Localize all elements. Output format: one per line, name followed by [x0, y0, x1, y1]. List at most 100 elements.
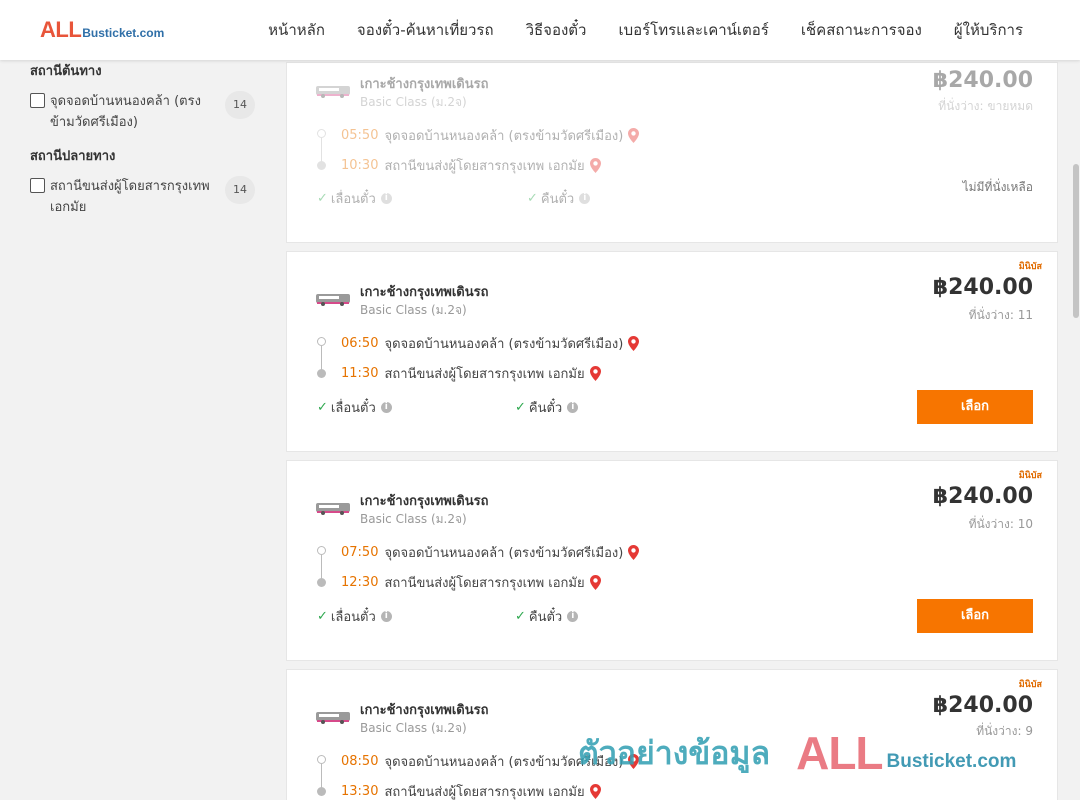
departure-time: 07:50 — [341, 545, 379, 560]
map-pin-icon[interactable] — [589, 366, 601, 381]
select-trip-button[interactable]: เลือก — [917, 599, 1033, 633]
arrival-time: 12:30 — [341, 575, 379, 590]
arrival-stop-name: สถานีขนส่งผู้โดยสารกรุงเทพ เอกมัย — [384, 785, 585, 800]
arrival-time: 10:30 — [341, 158, 379, 173]
map-pin-icon[interactable] — [589, 575, 601, 590]
info-icon[interactable]: i — [567, 402, 579, 413]
check-icon: ✓ — [515, 400, 526, 415]
feature-refund-ticket: ✓ คืนตั๋ว i — [527, 188, 591, 209]
seats-available: ที่นั่งว่าง: 10 — [968, 517, 1033, 531]
arrival-stop: 12:30 สถานีขนส่งผู้โดยสารกรุงเทพ เอกมัย — [341, 572, 601, 593]
bus-operator-logo-icon — [316, 294, 350, 306]
company-name: เกาะช้างกรุงเทพเดินรถ — [360, 703, 489, 718]
route-timeline — [317, 129, 327, 170]
watermark-logo-all: ALL — [796, 727, 883, 779]
destination-checkbox[interactable] — [30, 178, 45, 193]
sample-data-watermark: ตัวอย่างข้อมูล ALL Busticket.com — [578, 726, 1016, 776]
minibus-badge: มินิบัส — [1018, 471, 1042, 481]
ticket-price: ฿240.00 — [932, 484, 1033, 509]
logo-all-text: ALL — [40, 17, 82, 42]
departure-time: 05:50 — [341, 128, 379, 143]
company-name: เกาะช้างกรุงเทพเดินรถ — [360, 77, 489, 92]
check-icon: ✓ — [515, 609, 526, 624]
map-pin-icon[interactable] — [628, 336, 640, 351]
watermark-logo-domain: Busticket.com — [886, 751, 1017, 772]
site-logo[interactable]: ALL Busticket.com — [40, 18, 164, 42]
arrival-stop-name: สถานีขนส่งผู้โดยสารกรุงเทพ เอกมัย — [384, 576, 585, 591]
map-pin-icon[interactable] — [628, 545, 640, 560]
nav-how-to-book[interactable]: วิธีจองตั๋ว — [510, 0, 603, 60]
map-pin-icon[interactable] — [589, 158, 601, 173]
trip-card: มินิบัส เกาะช้างกรุงเทพเดินรถ Basic Clas… — [286, 460, 1058, 661]
arrival-stop: 13:30 สถานีขนส่งผู้โดยสารกรุงเทพ เอกมัย — [341, 781, 601, 800]
main-nav: หน้าหลัก จองตั๋ว-ค้นหาเที่ยวรถ วิธีจองตั… — [252, 0, 1080, 60]
trip-card: มินิบัส เกาะช้างกรุงเทพเดินรถ Basic Clas… — [286, 251, 1058, 452]
company-name: เกาะช้างกรุงเทพเดินรถ — [360, 494, 489, 509]
company-name: เกาะช้างกรุงเทพเดินรถ — [360, 285, 489, 300]
ticket-price: ฿240.00 — [932, 693, 1033, 718]
logo-domain-text: Busticket.com — [82, 26, 165, 40]
info-icon[interactable]: i — [579, 193, 591, 204]
bus-operator-logo-icon — [316, 503, 350, 515]
seats-available: ที่นั่งว่าง: 11 — [968, 308, 1033, 322]
trip-card: เกาะช้างกรุงเทพเดินรถ Basic Class (ม.2จ)… — [286, 62, 1058, 243]
arrival-stop-name: สถานีขนส่งผู้โดยสารกรุงเทพ เอกมัย — [384, 367, 585, 382]
bus-class: Basic Class (ม.2จ) — [360, 512, 467, 526]
feature-change-ticket: ✓ เลื่อนตั๋ว i — [317, 188, 392, 209]
map-pin-icon[interactable] — [589, 784, 601, 799]
bus-operator-logo-icon — [316, 86, 350, 98]
ticket-price: ฿240.00 — [932, 275, 1033, 300]
arrival-time: 13:30 — [341, 784, 379, 799]
departure-stop-name: จุดจอดบ้านหนองคล้า (ตรงข้ามวัดศรีเมือง) — [384, 337, 624, 352]
check-icon: ✓ — [317, 609, 328, 624]
feature-change-ticket: ✓ เลื่อนตั๋ว i — [317, 606, 392, 627]
departure-stop: 07:50 จุดจอดบ้านหนองคล้า (ตรงข้ามวัดศรีเ… — [341, 542, 640, 563]
nav-check-booking[interactable]: เช็คสถานะการจอง — [785, 0, 938, 60]
origin-filter-option[interactable]: จุดจอดบ้านหนองคล้า (ตรงข้ามวัดศรีเมือง) … — [30, 91, 260, 133]
origin-option-label[interactable]: จุดจอดบ้านหนองคล้า (ตรงข้ามวัดศรีเมือง) — [50, 91, 220, 133]
departure-stop-name: จุดจอดบ้านหนองคล้า (ตรงข้ามวัดศรีเมือง) — [384, 129, 624, 144]
feature-change-ticket: ✓ เลื่อนตั๋ว i — [317, 397, 392, 418]
route-timeline — [317, 546, 327, 587]
origin-option-count: 14 — [225, 91, 255, 119]
minibus-badge: มินิบัส — [1018, 262, 1042, 272]
info-icon[interactable]: i — [380, 402, 392, 413]
check-icon: ✓ — [317, 400, 328, 415]
origin-checkbox[interactable] — [30, 93, 45, 108]
minibus-badge: มินิบัส — [1018, 680, 1042, 690]
bus-class: Basic Class (ม.2จ) — [360, 95, 467, 109]
nav-book-search[interactable]: จองตั๋ว-ค้นหาเที่ยวรถ — [341, 0, 510, 60]
sold-out-note: ไม่มีที่นั่งเหลือ — [962, 180, 1033, 194]
feature-refund-ticket: ✓ คืนตั๋ว i — [515, 606, 579, 627]
nav-phone-counters[interactable]: เบอร์โทรและเคาน์เตอร์ — [602, 0, 784, 60]
select-trip-button[interactable]: เลือก — [917, 390, 1033, 424]
destination-option-label[interactable]: สถานีขนส่งผู้โดยสารกรุงเทพ เอกมัย — [50, 176, 220, 218]
filter-sidebar: สถานีต้นทาง จุดจอดบ้านหนองคล้า (ตรงข้ามว… — [30, 62, 260, 232]
arrival-stop: 11:30 สถานีขนส่งผู้โดยสารกรุงเทพ เอกมัย — [341, 363, 601, 384]
departure-stop: 05:50 จุดจอดบ้านหนองคล้า (ตรงข้ามวัดศรีเ… — [341, 125, 640, 146]
watermark-text: ตัวอย่างข้อมูล — [578, 734, 771, 772]
route-timeline — [317, 337, 327, 378]
departure-stop: 06:50 จุดจอดบ้านหนองคล้า (ตรงข้ามวัดศรีเ… — [341, 333, 640, 354]
nav-home[interactable]: หน้าหลัก — [252, 0, 341, 60]
nav-operators[interactable]: ผู้ให้บริการ — [938, 0, 1080, 60]
page-scrollbar[interactable] — [1072, 60, 1080, 800]
scrollbar-thumb[interactable] — [1073, 164, 1079, 318]
check-icon: ✓ — [527, 191, 538, 206]
info-icon[interactable]: i — [380, 611, 392, 622]
destination-filter-title: สถานีปลายทาง — [30, 149, 116, 164]
info-icon[interactable]: i — [567, 611, 579, 622]
info-icon[interactable]: i — [380, 193, 392, 204]
arrival-time: 11:30 — [341, 366, 379, 381]
arrival-stop-name: สถานีขนส่งผู้โดยสารกรุงเทพ เอกมัย — [384, 159, 585, 174]
departure-stop-name: จุดจอดบ้านหนองคล้า (ตรงข้ามวัดศรีเมือง) — [384, 546, 624, 561]
origin-filter: สถานีต้นทาง จุดจอดบ้านหนองคล้า (ตรงข้ามว… — [30, 62, 260, 133]
arrival-stop: 10:30 สถานีขนส่งผู้โดยสารกรุงเทพ เอกมัย — [341, 155, 601, 176]
feature-refund-ticket: ✓ คืนตั๋ว i — [515, 397, 579, 418]
ticket-price: ฿240.00 — [932, 68, 1033, 93]
destination-filter-option[interactable]: สถานีขนส่งผู้โดยสารกรุงเทพ เอกมัย 14 — [30, 176, 260, 218]
destination-filter: สถานีปลายทาง สถานีขนส่งผู้โดยสารกรุงเทพ … — [30, 147, 260, 218]
map-pin-icon[interactable] — [628, 128, 640, 143]
departure-time: 08:50 — [341, 754, 379, 769]
seats-available: ที่นั่งว่าง: ขายหมด — [938, 99, 1033, 113]
